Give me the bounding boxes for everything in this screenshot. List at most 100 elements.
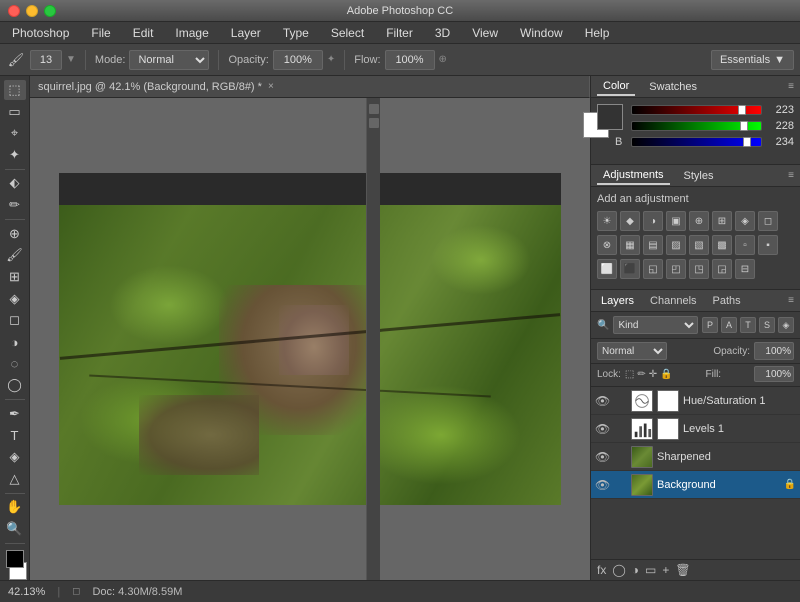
adj-threshold[interactable]: ▩ <box>712 235 732 255</box>
adj-phfilter[interactable]: ⊗ <box>597 235 617 255</box>
r-slider[interactable] <box>631 105 762 115</box>
opacity-input[interactable] <box>273 50 323 70</box>
layer-visibility-huesat[interactable]: 👁 <box>595 394 609 408</box>
group-icon[interactable]: ▭ <box>645 563 656 577</box>
tab-adjustments[interactable]: Adjustments <box>597 167 670 185</box>
tool-move[interactable]: ⬚ <box>4 80 26 100</box>
tool-dodge[interactable]: ◯ <box>4 376 26 396</box>
tool-shape[interactable]: △ <box>4 469 26 489</box>
tool-blur[interactable]: ◌ <box>4 354 26 374</box>
g-slider[interactable] <box>631 121 762 131</box>
adj-invert[interactable]: ▨ <box>666 235 686 255</box>
layers-panel-menu[interactable]: ≡ <box>788 295 794 306</box>
tool-eraser[interactable]: ◻ <box>4 311 26 331</box>
status-info-icon[interactable]: ◻ <box>72 586 80 597</box>
layer-visibility-background[interactable]: 👁 <box>595 478 609 492</box>
lock-transparent[interactable]: ⬚ <box>625 369 634 380</box>
lock-image[interactable]: ✏ <box>637 369 645 380</box>
layer-sharpened[interactable]: 👁 Sharpened <box>591 443 800 471</box>
tool-brush[interactable]: 🖌 <box>4 245 26 265</box>
menu-filter[interactable]: Filter <box>382 24 417 42</box>
layer-hue-saturation[interactable]: 👁 Hue/Saturation 1 <box>591 387 800 415</box>
menu-view[interactable]: View <box>468 24 502 42</box>
adj-selective[interactable]: ▪ <box>758 235 778 255</box>
tab-channels[interactable]: Channels <box>646 293 700 309</box>
tab-color[interactable]: Color <box>597 78 635 96</box>
mode-select[interactable]: Normal <box>129 50 209 70</box>
menu-select[interactable]: Select <box>327 24 368 42</box>
tool-marquee[interactable]: ▭ <box>4 102 26 122</box>
close-button[interactable] <box>8 5 20 17</box>
adj-exposure[interactable]: ▣ <box>666 211 686 231</box>
adj-extra-4[interactable]: ◰ <box>666 259 686 279</box>
new-layer-icon[interactable]: + <box>662 563 669 577</box>
foreground-color[interactable] <box>6 550 24 568</box>
menu-edit[interactable]: Edit <box>129 24 158 42</box>
airbrush-icon[interactable]: ✦ <box>327 54 335 65</box>
essentials-button[interactable]: Essentials ▼ <box>711 50 794 70</box>
tool-hand[interactable]: ✋ <box>4 498 26 518</box>
adj-bw[interactable]: ◻ <box>758 211 778 231</box>
tool-wand[interactable]: ✦ <box>4 145 26 165</box>
layer-levels[interactable]: 👁 Levels 1 <box>591 415 800 443</box>
adj-posterize[interactable]: ▧ <box>689 235 709 255</box>
tab-swatches[interactable]: Swatches <box>643 79 703 95</box>
layers-filter-select[interactable]: Kind <box>613 316 698 334</box>
adj-extra-3[interactable]: ◱ <box>643 259 663 279</box>
filter-pixel[interactable]: P <box>702 317 718 333</box>
adj-curves[interactable]: ◑ <box>643 211 663 231</box>
menu-window[interactable]: Window <box>516 24 567 42</box>
filter-adjustment[interactable]: A <box>721 317 737 333</box>
layer-visibility-sharpened[interactable]: 👁 <box>595 450 609 464</box>
filter-type[interactable]: T <box>740 317 756 333</box>
lock-all[interactable]: 🔒 <box>660 369 672 380</box>
menu-help[interactable]: Help <box>581 24 614 42</box>
canvas-viewport[interactable] <box>30 98 590 580</box>
connector-icon-1[interactable] <box>369 104 379 114</box>
tab-layers[interactable]: Layers <box>597 293 638 309</box>
delete-layer-icon[interactable]: 🗑 <box>675 563 690 577</box>
adj-extra-5[interactable]: ◳ <box>689 259 709 279</box>
tool-lasso[interactable]: ⌖ <box>4 123 26 143</box>
tool-eyedropper[interactable]: ✏ <box>4 195 26 215</box>
brush-preset-icon[interactable]: ▼ <box>66 54 76 65</box>
maximize-button[interactable] <box>44 5 56 17</box>
tool-crop[interactable]: ⬖ <box>4 174 26 194</box>
tool-gradient[interactable]: ◑ <box>4 332 26 352</box>
adj-extra-6[interactable]: ◲ <box>712 259 732 279</box>
menu-layer[interactable]: Layer <box>227 24 265 42</box>
adj-extra-7[interactable]: ⊟ <box>735 259 755 279</box>
blend-mode-select[interactable]: Normal <box>597 342 667 360</box>
menu-file[interactable]: File <box>87 24 114 42</box>
b-slider[interactable] <box>631 137 762 147</box>
adj-vibrance[interactable]: ⊕ <box>689 211 709 231</box>
tool-pen[interactable]: ✒ <box>4 404 26 424</box>
adj-brightness[interactable]: ☀ <box>597 211 617 231</box>
adj-colorlook[interactable]: ▤ <box>643 235 663 255</box>
connector-icon-2[interactable] <box>369 118 379 128</box>
menu-3d[interactable]: 3D <box>431 24 454 42</box>
tool-heal[interactable]: ⊕ <box>4 224 26 244</box>
filter-smart[interactable]: ◈ <box>778 317 794 333</box>
adjustments-panel-menu[interactable]: ≡ <box>788 170 794 181</box>
tab-paths[interactable]: Paths <box>709 293 745 309</box>
tool-type[interactable]: T <box>4 426 26 446</box>
fill-value[interactable] <box>754 366 794 382</box>
menu-photoshop[interactable]: Photoshop <box>8 24 73 42</box>
adj-huesat[interactable]: ⊞ <box>712 211 732 231</box>
menu-image[interactable]: Image <box>171 24 212 42</box>
layer-background[interactable]: 👁 Background 🔒 <box>591 471 800 499</box>
adj-levels[interactable]: ◆ <box>620 211 640 231</box>
opacity-value[interactable] <box>754 342 794 360</box>
adj-extra-1[interactable]: ⬜ <box>597 259 617 279</box>
doc-tab-close[interactable]: × <box>268 81 274 92</box>
minimize-button[interactable] <box>26 5 38 17</box>
adj-gradient[interactable]: ▫ <box>735 235 755 255</box>
lock-position[interactable]: ✛ <box>649 369 657 380</box>
adjustment-layer-icon[interactable]: ◑ <box>632 563 639 577</box>
brush-tool-icon[interactable]: 🖌 <box>6 50 26 70</box>
foreground-color-square[interactable] <box>597 104 623 130</box>
tool-path-sel[interactable]: ◈ <box>4 447 26 467</box>
add-style-icon[interactable]: fx <box>597 563 606 577</box>
flow-input[interactable] <box>385 50 435 70</box>
